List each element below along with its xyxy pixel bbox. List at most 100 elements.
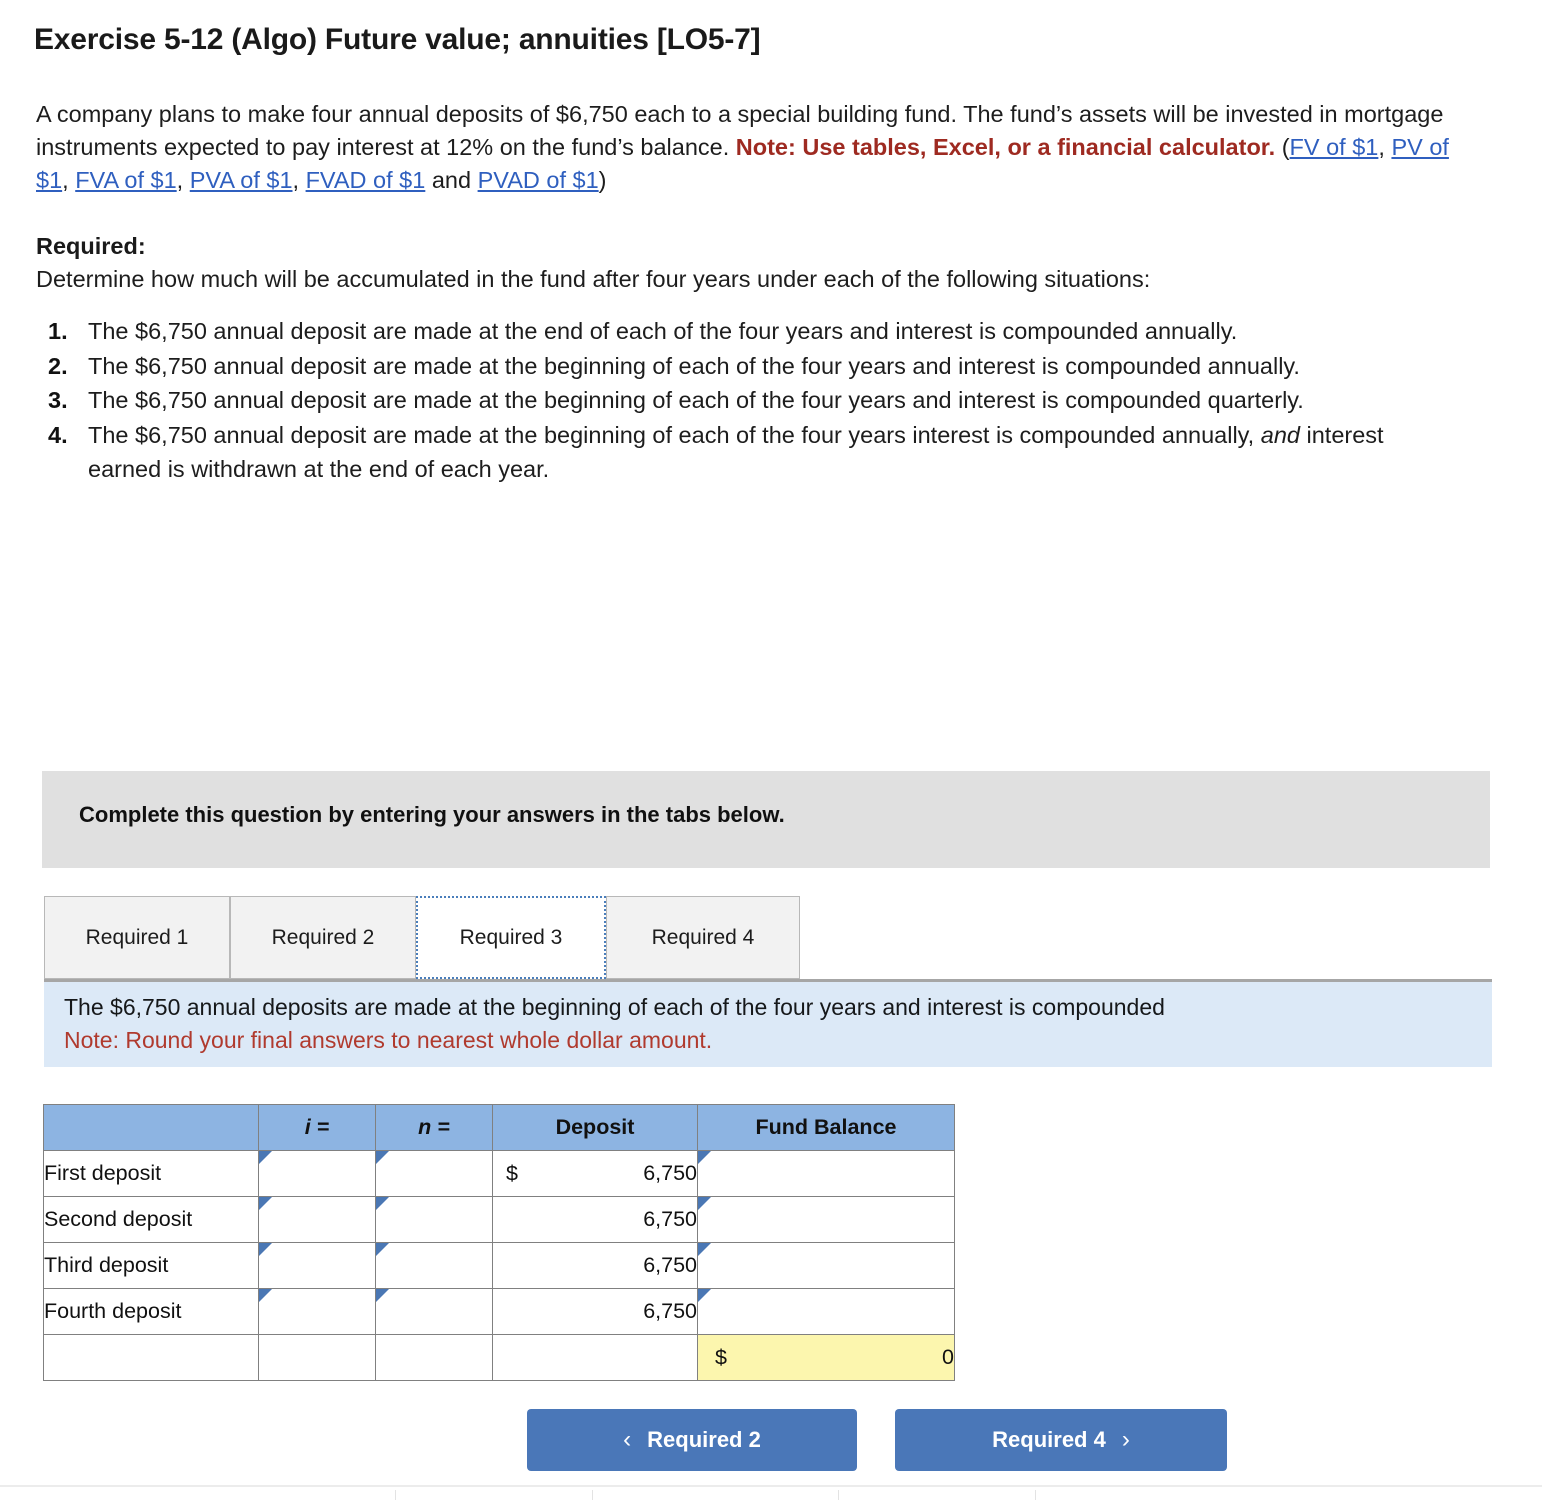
input-fund-second-deposit[interactable]: [697, 1196, 955, 1243]
situation-item-1: The $6,750 annual deposit are made at th…: [48, 314, 1238, 348]
next-requirement-button[interactable]: Required 4 ›: [895, 1409, 1227, 1471]
table-row: Fourth deposit 6,750: [43, 1288, 955, 1335]
header-i: i =: [258, 1104, 376, 1151]
navigation-bar: ‹ Required 2 Required 4 ›: [0, 1409, 1542, 1471]
tab-required-1[interactable]: Required 1: [44, 896, 230, 979]
bottom-tick-2: [592, 1490, 593, 1500]
situation-item-2: The $6,750 annual deposit are made at th…: [48, 349, 1300, 383]
bottom-tick-4: [1035, 1490, 1036, 1500]
answer-table: i = n = Deposit Fund Balance First depos…: [43, 1104, 955, 1381]
dropdown-marker-icon: [259, 1197, 272, 1210]
table-total-row: $0: [43, 1334, 955, 1381]
link-separator-3: ,: [176, 167, 190, 193]
input-n-second-deposit[interactable]: [375, 1196, 493, 1243]
currency-symbol: $: [715, 1345, 727, 1369]
paren-open: (: [1275, 134, 1290, 160]
link-fva-of-1[interactable]: FVA of $1: [75, 167, 176, 193]
dropdown-marker-icon: [698, 1197, 711, 1210]
deposit-second-deposit: 6,750: [492, 1196, 698, 1243]
total-blank-deposit: [492, 1334, 698, 1381]
table-header-row: i = n = Deposit Fund Balance: [43, 1104, 955, 1151]
deposit-first-deposit-value: 6,750: [643, 1161, 697, 1185]
link-pvad-of-1[interactable]: PVAD of $1: [478, 167, 599, 193]
exercise-page: Exercise 5-12 (Algo) Future value; annui…: [0, 0, 1542, 1500]
input-n-fourth-deposit[interactable]: [375, 1288, 493, 1335]
header-blank: [43, 1104, 259, 1151]
dropdown-marker-icon: [376, 1243, 389, 1256]
tab-required-2[interactable]: Required 2: [230, 896, 416, 979]
deposit-fourth-deposit-value: 6,750: [643, 1299, 697, 1323]
tab-required-4[interactable]: Required 4: [606, 896, 800, 979]
link-pva-of-1[interactable]: PVA of $1: [190, 167, 293, 193]
total-blank-label: [43, 1334, 259, 1381]
total-fund-balance-value: 0: [942, 1345, 954, 1369]
input-fund-fourth-deposit[interactable]: [697, 1288, 955, 1335]
dropdown-marker-icon: [698, 1151, 711, 1164]
header-n: n =: [375, 1104, 493, 1151]
tab-panel-description-text: The $6,750 annual deposits are made at t…: [64, 994, 1165, 1020]
chevron-left-icon: ‹: [623, 1426, 632, 1453]
link-separator-1: ,: [1378, 134, 1392, 160]
link-fv-of-1[interactable]: FV of $1: [1290, 134, 1379, 160]
input-i-fourth-deposit[interactable]: [258, 1288, 376, 1335]
row-label-second-deposit: Second deposit: [43, 1196, 259, 1243]
problem-note-bold: Note: Use tables, Excel, or a financial …: [735, 134, 1276, 160]
tab-required-1-label: Required 1: [85, 925, 189, 949]
requirement-tabs: Required 1 Required 2 Required 3 Require…: [44, 896, 1492, 982]
required-label: Required:: [36, 233, 146, 259]
table-row: Third deposit 6,750: [43, 1242, 955, 1289]
required-description: Determine how much will be accumulated i…: [36, 266, 1151, 292]
link-fvad-of-1[interactable]: FVAD of $1: [306, 167, 426, 193]
row-label-fourth-deposit: Fourth deposit: [43, 1288, 259, 1335]
deposit-second-deposit-value: 6,750: [643, 1207, 697, 1231]
link-separator-2: ,: [62, 167, 76, 193]
situation-item-3: The $6,750 annual deposit are made at th…: [48, 383, 1304, 417]
dropdown-marker-icon: [259, 1151, 272, 1164]
input-i-third-deposit[interactable]: [258, 1242, 376, 1289]
situation-4-italic: and: [1260, 421, 1300, 448]
instruction-banner: Complete this question by entering your …: [42, 771, 1490, 868]
deposit-third-deposit: 6,750: [492, 1242, 698, 1289]
tab-required-2-label: Required 2: [271, 925, 375, 949]
row-label-third-deposit: Third deposit: [43, 1242, 259, 1289]
dropdown-marker-icon: [698, 1243, 711, 1256]
previous-requirement-label: Required 2: [647, 1427, 761, 1452]
instruction-banner-text: Complete this question by entering your …: [79, 802, 785, 827]
table-row: Second deposit 6,750: [43, 1196, 955, 1243]
link-separator-4: ,: [292, 167, 306, 193]
dropdown-marker-icon: [376, 1151, 389, 1164]
required-section: Required: Determine how much will be acc…: [36, 230, 1456, 296]
bottom-tick-1: [395, 1490, 396, 1500]
dropdown-marker-icon: [698, 1289, 711, 1302]
deposit-first-deposit: $6,750: [492, 1150, 698, 1197]
input-n-first-deposit[interactable]: [375, 1150, 493, 1197]
situations-list: The $6,750 annual deposit are made at th…: [0, 314, 1420, 487]
header-fund-balance: Fund Balance: [697, 1104, 955, 1151]
tab-required-3[interactable]: Required 3: [416, 896, 606, 979]
dropdown-marker-icon: [376, 1197, 389, 1210]
chevron-right-icon: ›: [1121, 1426, 1130, 1453]
row-label-first-deposit: First deposit: [43, 1150, 259, 1197]
problem-statement: A company plans to make four annual depo…: [36, 98, 1476, 197]
input-fund-third-deposit[interactable]: [697, 1242, 955, 1289]
previous-requirement-button[interactable]: ‹ Required 2: [527, 1409, 857, 1471]
input-i-second-deposit[interactable]: [258, 1196, 376, 1243]
dropdown-marker-icon: [259, 1243, 272, 1256]
header-deposit: Deposit: [492, 1104, 698, 1151]
input-n-third-deposit[interactable]: [375, 1242, 493, 1289]
next-requirement-label: Required 4: [992, 1427, 1106, 1452]
answer-table-container: i = n = Deposit Fund Balance First depos…: [43, 1104, 955, 1381]
tab-required-3-label: Required 3: [459, 925, 563, 949]
deposit-third-deposit-value: 6,750: [643, 1253, 697, 1277]
situation-4-pre: The $6,750 annual deposit are made at th…: [88, 421, 1261, 448]
dropdown-marker-icon: [259, 1289, 272, 1302]
tab-required-4-label: Required 4: [651, 925, 755, 949]
total-blank-n: [375, 1334, 493, 1381]
table-row: First deposit $6,750: [43, 1150, 955, 1197]
page-title: Exercise 5-12 (Algo) Future value; annui…: [34, 23, 761, 56]
situation-item-4: The $6,750 annual deposit are made at th…: [40, 418, 1420, 487]
input-fund-first-deposit[interactable]: [697, 1150, 955, 1197]
input-i-first-deposit[interactable]: [258, 1150, 376, 1197]
currency-symbol: $: [506, 1161, 518, 1185]
total-fund-balance: $0: [697, 1334, 955, 1381]
